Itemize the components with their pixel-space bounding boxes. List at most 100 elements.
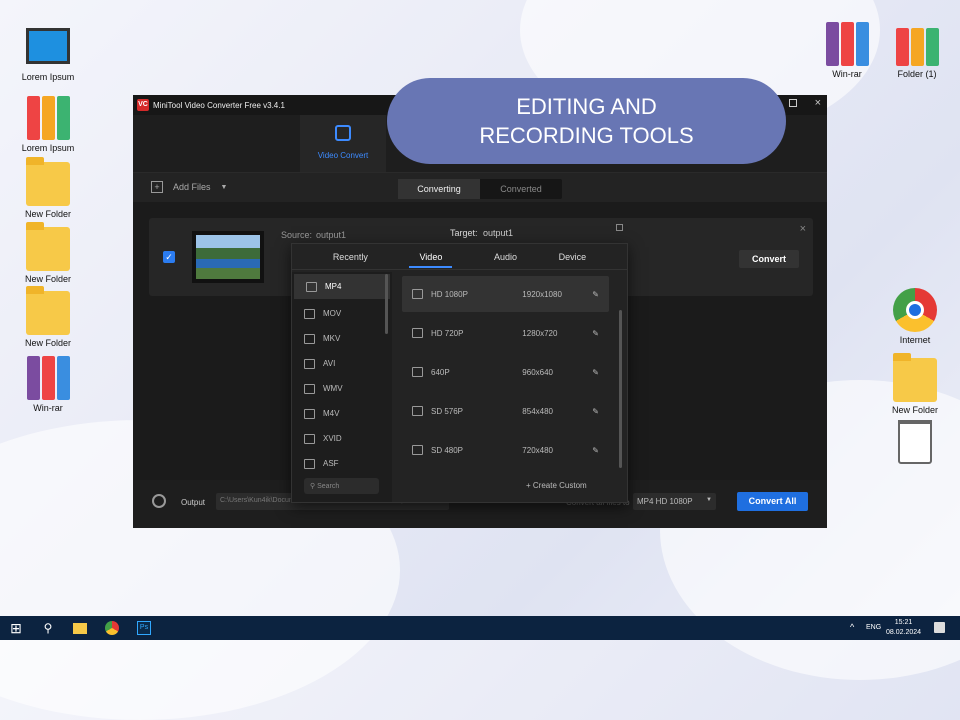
icon-label: Win-rar	[832, 69, 862, 79]
format-item[interactable]: MP4	[294, 274, 390, 299]
desktop-icon-folder1[interactable]: Folder (1)	[882, 28, 952, 79]
photoshop-icon[interactable]: Ps	[128, 616, 160, 640]
icon-label: Win-rar	[33, 403, 63, 413]
resolution-item[interactable]: 640P 960x640 ✎	[402, 354, 609, 390]
edit-icon[interactable]	[616, 224, 623, 231]
tab-converted[interactable]: Converted	[480, 179, 562, 199]
source-value: output1	[316, 230, 347, 240]
target-label: Target:	[450, 228, 478, 238]
format-label: M4V	[323, 409, 340, 418]
tab-video-convert[interactable]: Video Convert	[300, 115, 386, 172]
tray-chevron-icon[interactable]: ^	[850, 622, 854, 632]
remove-file-icon[interactable]: ×	[800, 223, 806, 235]
icon-label: Lorem Ipsum	[21, 72, 75, 82]
video-convert-icon	[335, 125, 351, 141]
resolution-size: 1280x720	[522, 328, 558, 338]
dropdown-arrow-icon[interactable]: ▼	[221, 184, 228, 191]
edit-icon[interactable]: ✎	[592, 290, 599, 299]
language-indicator[interactable]: ENG	[866, 624, 881, 631]
video-file-icon	[412, 445, 423, 455]
tab-label: Video Convert	[317, 151, 369, 160]
resolution-item[interactable]: SD 576P 854x480 ✎	[402, 393, 609, 429]
banner-line-1: EDITING AND	[516, 94, 657, 119]
trash-icon	[898, 420, 932, 464]
resolution-item[interactable]: HD 1080P 1920x1080 ✎	[402, 276, 609, 312]
resolution-size: 854x480	[522, 406, 553, 416]
notifications-icon[interactable]	[934, 622, 945, 633]
dropdown-arrow-icon: ▼	[706, 497, 712, 503]
format-item[interactable]: M4V	[292, 401, 392, 426]
desktop-icon-internet[interactable]: Internet	[880, 288, 950, 345]
format-item[interactable]: WMV	[292, 376, 392, 401]
file-explorer-icon[interactable]	[64, 616, 96, 640]
binders-icon	[26, 96, 70, 140]
promo-banner: EDITING AND RECORDING TOOLS	[387, 78, 786, 164]
desktop-icon-folder[interactable]: New Folder	[13, 286, 83, 348]
resolution-item[interactable]: HD 720P 1280x720 ✎	[402, 315, 609, 351]
chrome-icon	[893, 288, 937, 332]
desktop-icon-computer[interactable]: Lorem Ipsum	[13, 28, 83, 82]
resolution-name: HD 720P	[431, 328, 464, 338]
format-label: WMV	[323, 384, 343, 393]
icon-label: New Folder	[891, 405, 938, 415]
tab-video[interactable]: Video	[409, 246, 453, 268]
tab-recently[interactable]: Recently	[333, 252, 368, 262]
output-format-value: MP4 HD 1080P	[637, 497, 693, 506]
edit-icon[interactable]: ✎	[592, 407, 599, 416]
desktop-icon-winrar[interactable]: Win-rar	[812, 22, 882, 79]
format-item[interactable]: AVI	[292, 351, 392, 376]
format-item[interactable]: MKV	[292, 326, 392, 351]
binders-icon	[895, 28, 939, 66]
format-item[interactable]: XVID	[292, 426, 392, 451]
folder-icon	[26, 286, 70, 335]
close-button[interactable]: ×	[815, 97, 821, 109]
format-item[interactable]: MOV	[292, 301, 392, 326]
format-item[interactable]: ASF	[292, 451, 392, 476]
desktop-icon-folder[interactable]: New Folder	[880, 353, 950, 415]
format-icon	[304, 358, 315, 369]
add-files-button[interactable]: + Add Files ▼	[151, 181, 227, 193]
resolution-scrollbar[interactable]	[619, 310, 622, 468]
winrar-icon	[825, 22, 869, 66]
video-file-icon	[412, 289, 423, 299]
search-icon[interactable]: ⚲	[32, 616, 64, 640]
resolution-name: SD 576P	[431, 406, 464, 416]
chrome-icon[interactable]	[96, 616, 128, 640]
desktop-icon-binders[interactable]: Lorem Ipsum	[13, 96, 83, 153]
resolution-name: HD 1080P	[431, 289, 468, 299]
toolbar: + Add Files ▼ Converting Converted	[133, 172, 827, 202]
create-custom-button[interactable]: + Create Custom	[526, 481, 587, 490]
resolution-item[interactable]: SD 480P 720x480 ✎	[402, 432, 609, 468]
format-search-input[interactable]: ⚲ Search	[304, 478, 379, 494]
recycle-bin[interactable]	[880, 420, 950, 467]
format-scrollbar[interactable]	[385, 274, 388, 334]
edit-icon[interactable]: ✎	[592, 329, 599, 338]
edit-icon[interactable]: ✎	[592, 446, 599, 455]
format-label: XVID	[323, 434, 342, 443]
output-label: Output	[181, 498, 206, 507]
icon-label: Folder (1)	[897, 69, 937, 79]
start-button[interactable]: ⊞	[0, 616, 32, 640]
edit-icon[interactable]: ✎	[592, 368, 599, 377]
resolution-size: 960x640	[522, 367, 553, 377]
desktop-icon-winrar[interactable]: Win-rar	[13, 356, 83, 413]
file-checkbox[interactable]: ✓	[163, 251, 175, 263]
tab-audio[interactable]: Audio	[494, 252, 517, 262]
icon-label: New Folder	[24, 338, 71, 348]
tab-device[interactable]: Device	[559, 252, 587, 262]
convert-all-button[interactable]: Convert All	[737, 492, 808, 511]
schedule-clock-icon[interactable]	[152, 494, 166, 508]
video-thumbnail[interactable]	[192, 231, 264, 283]
conversion-tabs: Converting Converted	[398, 179, 562, 199]
clock[interactable]: 15:21 08.02.2024	[886, 618, 921, 638]
convert-button[interactable]: Convert	[739, 250, 799, 268]
format-icon	[304, 408, 315, 419]
maximize-button[interactable]	[789, 99, 797, 107]
desktop-icon-folder[interactable]: New Folder	[13, 222, 83, 284]
desktop-icon-folder[interactable]: New Folder	[13, 157, 83, 219]
icon-label: Internet	[899, 335, 931, 345]
output-format-select[interactable]: MP4 HD 1080P ▼	[633, 493, 716, 510]
date: 08.02.2024	[886, 629, 922, 636]
video-file-icon	[412, 406, 423, 416]
tab-converting[interactable]: Converting	[398, 179, 480, 199]
